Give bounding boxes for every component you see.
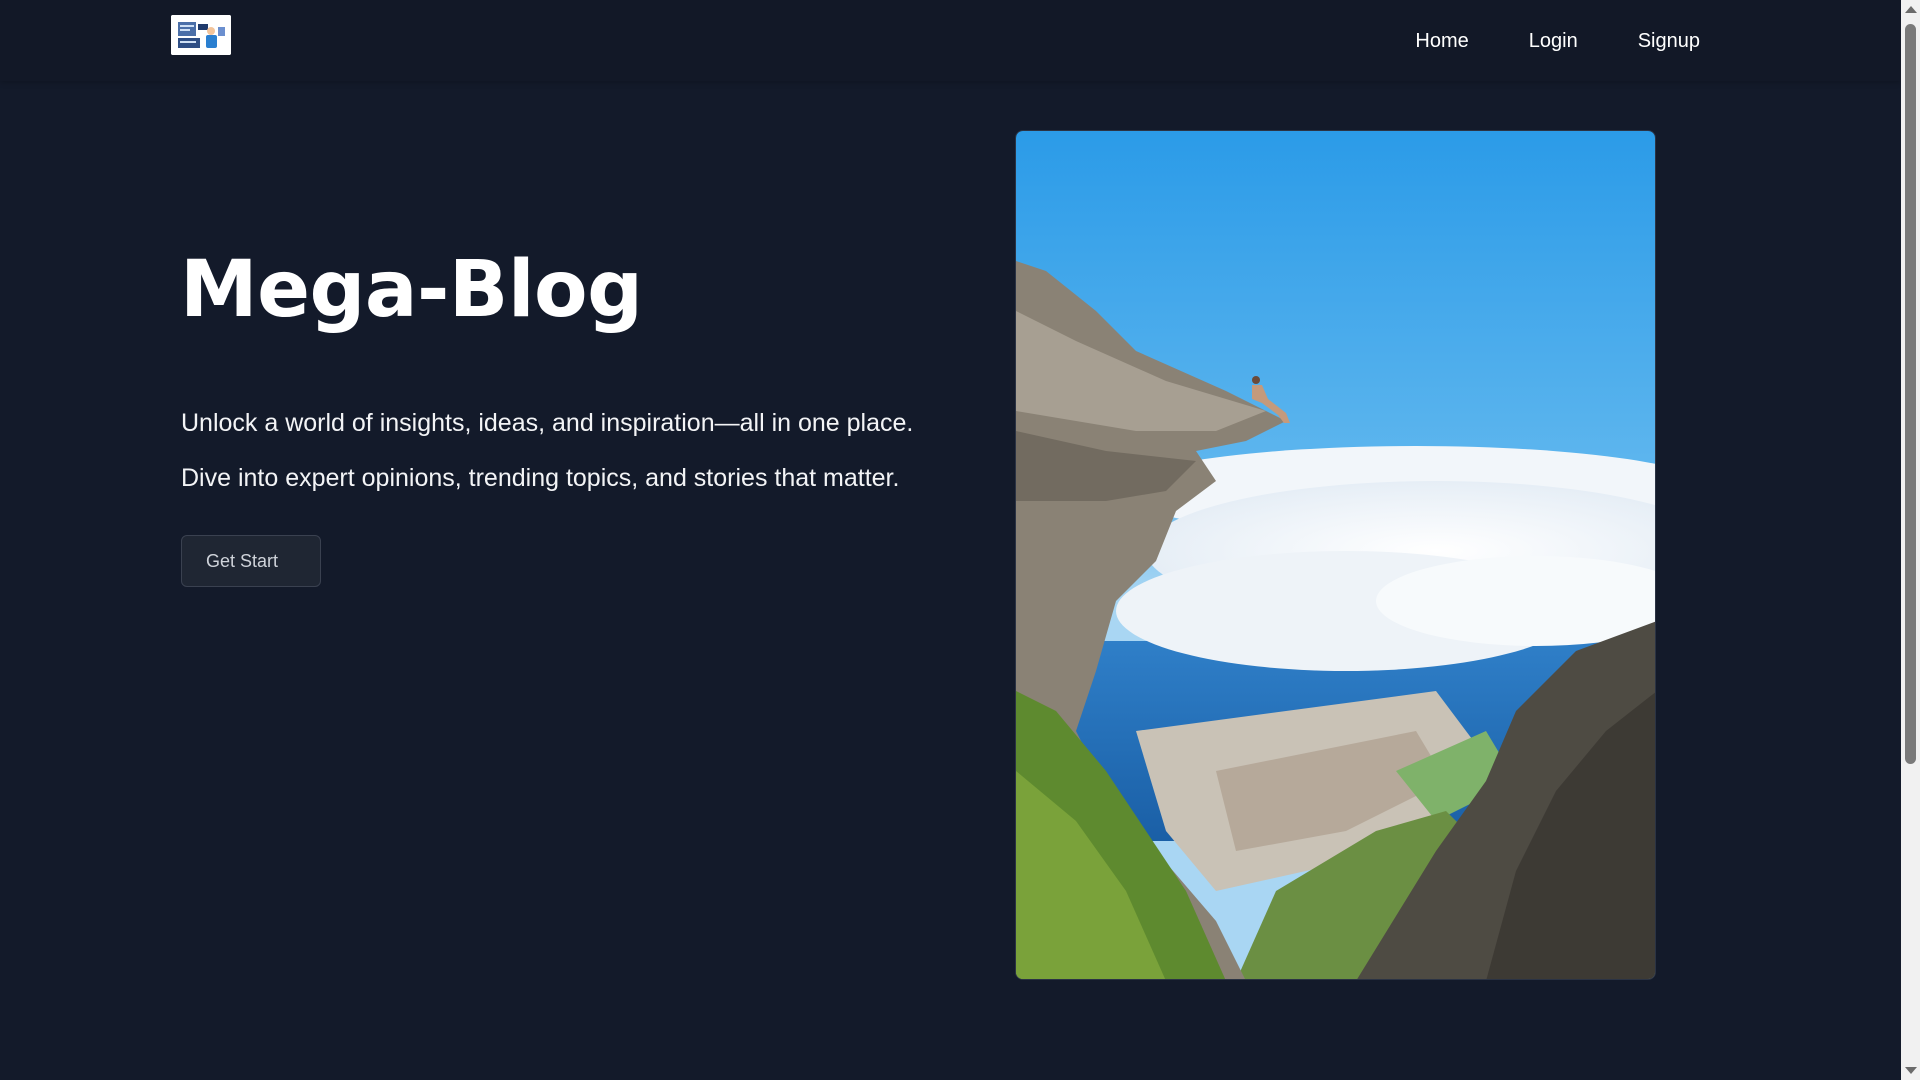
page: Home Login Signup Mega-Blog Unlock a wor… — [0, 0, 1920, 1080]
scroll-down-arrow-icon[interactable] — [1905, 1067, 1917, 1074]
hero-tagline-2: Dive into expert opinions, trending topi… — [181, 464, 900, 492]
hero-image-illustration — [1016, 131, 1655, 979]
hero-tagline-1: Unlock a world of insights, ideas, and i… — [181, 409, 914, 437]
main-nav: Home Login Signup — [1415, 28, 1700, 54]
nav-login-link[interactable]: Login — [1529, 28, 1578, 54]
top-navbar: Home Login Signup — [0, 0, 1901, 81]
scroll-up-arrow-icon[interactable] — [1905, 6, 1917, 13]
hero-title: Mega-Blog — [180, 245, 643, 335]
get-start-button[interactable]: Get Start — [181, 535, 321, 587]
blog-logo-icon[interactable] — [171, 15, 231, 55]
hero-image-cliff-over-clouds — [1015, 130, 1656, 980]
nav-home-link[interactable]: Home — [1415, 28, 1468, 54]
vertical-scrollbar[interactable] — [1901, 0, 1920, 1080]
scroll-thumb[interactable] — [1905, 24, 1916, 764]
nav-signup-link[interactable]: Signup — [1638, 28, 1700, 54]
